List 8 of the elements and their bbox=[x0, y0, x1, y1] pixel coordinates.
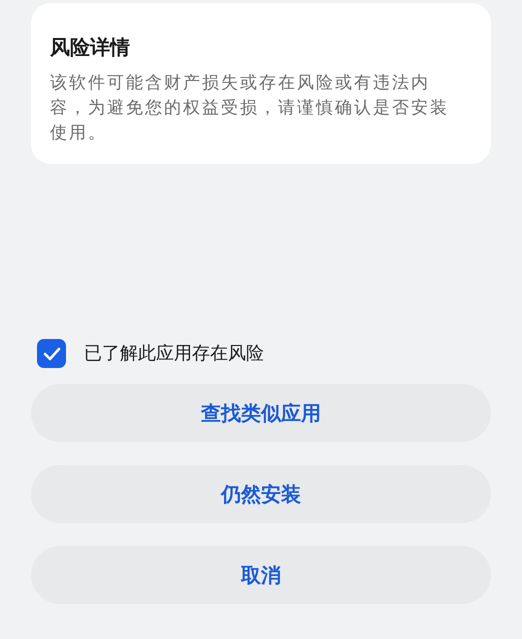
action-button[interactable]: 查找类似应用 bbox=[31, 384, 491, 442]
checkmark-icon bbox=[42, 346, 60, 360]
action-button[interactable]: 取消 bbox=[31, 546, 491, 604]
acknowledge-label: 已了解此应用存在风险 bbox=[84, 342, 264, 366]
risk-description: 该软件可能含财产损失或存在风险或有违法内容，为避免您的权益受损，请谨慎确认是否安装使用。 bbox=[50, 72, 450, 145]
action-button[interactable]: 仍然安装 bbox=[31, 465, 491, 523]
card-title: 风险详情 bbox=[50, 34, 131, 61]
acknowledge-checkbox[interactable] bbox=[37, 339, 66, 368]
